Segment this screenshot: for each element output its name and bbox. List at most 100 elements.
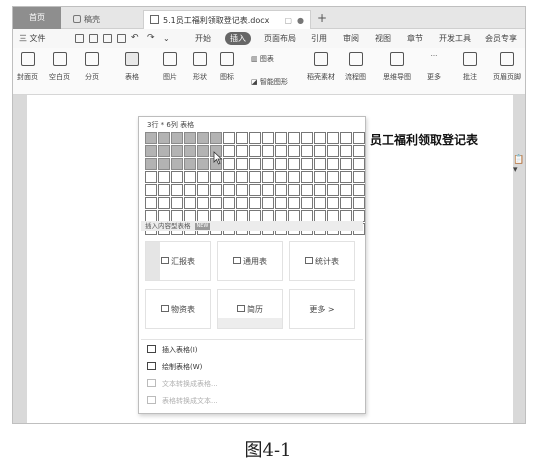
table-grid-cell[interactable] xyxy=(171,132,183,144)
table-grid-cell[interactable] xyxy=(262,171,274,183)
table-grid-cell[interactable] xyxy=(288,158,300,170)
template-report-table[interactable]: 汇报表 xyxy=(145,241,211,281)
pin-icon[interactable]: ▢ xyxy=(284,11,292,30)
comment-button[interactable]: 批注 xyxy=(463,52,477,82)
table-grid-cell[interactable] xyxy=(236,197,248,209)
table-grid-cell[interactable] xyxy=(340,145,352,157)
menu-review[interactable]: 审阅 xyxy=(343,29,359,48)
menu-page-layout[interactable]: 页面布局 xyxy=(264,29,296,48)
table-grid-cell[interactable] xyxy=(275,171,287,183)
table-grid-cell[interactable] xyxy=(301,171,313,183)
table-grid-cell[interactable] xyxy=(327,145,339,157)
table-grid-cell[interactable] xyxy=(327,158,339,170)
close-icon[interactable]: ● xyxy=(297,11,304,30)
table-grid-cell[interactable] xyxy=(145,184,157,196)
table-grid-cell[interactable] xyxy=(262,145,274,157)
file-menu[interactable]: 三 文件 xyxy=(19,29,46,48)
table-grid-cell[interactable] xyxy=(301,132,313,144)
table-grid-cell[interactable] xyxy=(171,145,183,157)
table-grid-cell[interactable] xyxy=(145,197,157,209)
quick-access-more-icon[interactable]: ⌄ xyxy=(163,29,170,48)
table-grid-cell[interactable] xyxy=(158,184,170,196)
menu-reference[interactable]: 引用 xyxy=(311,29,327,48)
table-grid-cell[interactable] xyxy=(353,158,365,170)
table-grid-cell[interactable] xyxy=(236,184,248,196)
table-grid-cell[interactable] xyxy=(353,132,365,144)
chart-button[interactable]: ▥ 图表 xyxy=(251,54,274,64)
table-grid-cell[interactable] xyxy=(353,184,365,196)
menu-chapter[interactable]: 章节 xyxy=(407,29,423,48)
table-grid-cell[interactable] xyxy=(301,158,313,170)
table-grid-cell[interactable] xyxy=(327,184,339,196)
table-grid-cell[interactable] xyxy=(353,145,365,157)
table-grid-cell[interactable] xyxy=(288,145,300,157)
table-grid-cell[interactable] xyxy=(145,158,157,170)
menu-start[interactable]: 开始 xyxy=(195,29,211,48)
table-grid-cell[interactable] xyxy=(275,197,287,209)
table-grid-cell[interactable] xyxy=(340,158,352,170)
shape-button[interactable]: 形状 xyxy=(193,52,207,82)
table-grid-cell[interactable] xyxy=(210,171,222,183)
template-supplies-table[interactable]: 物资表 xyxy=(145,289,211,329)
table-grid-cell[interactable] xyxy=(314,184,326,196)
table-grid-cell[interactable] xyxy=(275,132,287,144)
table-grid-cell[interactable] xyxy=(197,197,209,209)
table-grid-cell[interactable] xyxy=(197,171,209,183)
table-button[interactable]: 表格 xyxy=(125,52,139,82)
icon-button[interactable]: 图标 xyxy=(220,52,234,82)
menu-insert[interactable]: 插入 xyxy=(225,32,251,45)
tab-shell[interactable]: 稿壳 xyxy=(67,10,137,29)
table-grid-cell[interactable] xyxy=(249,132,261,144)
template-general-table[interactable]: 通用表 xyxy=(217,241,283,281)
table-grid-cell[interactable] xyxy=(353,197,365,209)
table-grid-cell[interactable] xyxy=(223,171,235,183)
table-grid-cell[interactable] xyxy=(145,132,157,144)
table-grid-cell[interactable] xyxy=(288,132,300,144)
table-grid-cell[interactable] xyxy=(340,184,352,196)
table-grid-cell[interactable] xyxy=(197,145,209,157)
table-grid-cell[interactable] xyxy=(301,184,313,196)
table-grid-cell[interactable] xyxy=(288,184,300,196)
table-grid-cell[interactable] xyxy=(145,145,157,157)
table-grid-cell[interactable] xyxy=(158,158,170,170)
table-grid-cell[interactable] xyxy=(184,184,196,196)
more-button[interactable]: ··· 更多 xyxy=(427,52,441,82)
table-grid-cell[interactable] xyxy=(327,132,339,144)
menu-view[interactable]: 视图 xyxy=(375,29,391,48)
table-grid-cell[interactable] xyxy=(158,171,170,183)
page-break-button[interactable]: 分页 xyxy=(85,52,99,82)
menu-member[interactable]: 会员专享 xyxy=(485,29,517,48)
table-grid-cell[interactable] xyxy=(353,171,365,183)
insert-table-command[interactable]: 插入表格(I) xyxy=(147,345,198,355)
table-grid-cell[interactable] xyxy=(275,184,287,196)
table-grid-cell[interactable] xyxy=(184,197,196,209)
table-grid-cell[interactable] xyxy=(223,132,235,144)
table-grid-cell[interactable] xyxy=(249,184,261,196)
save-icon[interactable] xyxy=(75,34,84,43)
table-grid-cell[interactable] xyxy=(262,197,274,209)
table-grid-cell[interactable] xyxy=(249,158,261,170)
table-grid-cell[interactable] xyxy=(262,158,274,170)
table-grid-cell[interactable] xyxy=(223,145,235,157)
table-grid-cell[interactable] xyxy=(197,184,209,196)
table-grid-cell[interactable] xyxy=(184,171,196,183)
template-stats-table[interactable]: 统计表 xyxy=(289,241,355,281)
tab-home[interactable]: 首页 xyxy=(13,7,61,29)
draw-table-command[interactable]: 绘制表格(W) xyxy=(147,362,202,372)
picture-button[interactable]: 图片 xyxy=(163,52,177,82)
table-grid-cell[interactable] xyxy=(210,184,222,196)
table-grid-cell[interactable] xyxy=(171,184,183,196)
tab-document[interactable]: 5.1员工福利领取登记表.docx ▢ ● xyxy=(143,10,311,29)
template-more[interactable]: 更多 > xyxy=(289,289,355,329)
table-grid-cell[interactable] xyxy=(197,158,209,170)
table-grid-cell[interactable] xyxy=(249,145,261,157)
undo-icon[interactable]: ↶ xyxy=(131,29,139,48)
table-grid-cell[interactable] xyxy=(314,158,326,170)
table-grid-cell[interactable] xyxy=(340,197,352,209)
table-grid-cell[interactable] xyxy=(314,145,326,157)
paste-options-icon[interactable]: 📋▾ xyxy=(513,155,525,175)
table-grid-cell[interactable] xyxy=(197,132,209,144)
table-grid-cell[interactable] xyxy=(158,145,170,157)
export-icon[interactable] xyxy=(117,34,126,43)
table-grid-cell[interactable] xyxy=(184,158,196,170)
